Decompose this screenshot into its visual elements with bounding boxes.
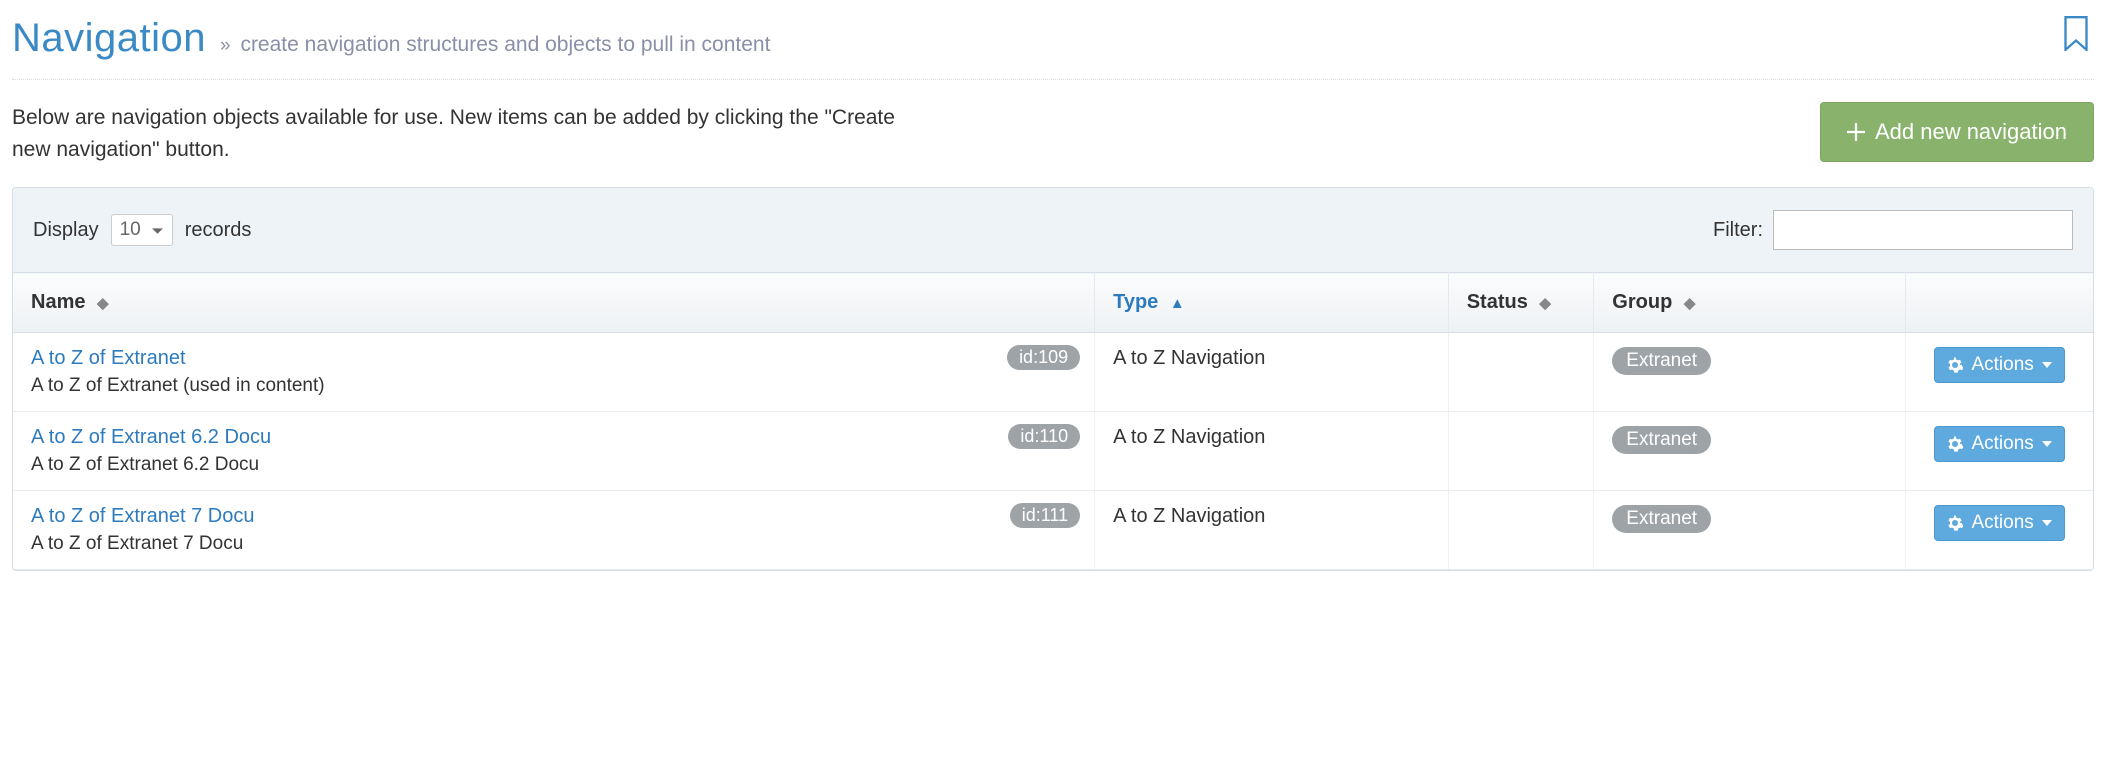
display-count-value: 10 — [120, 219, 141, 241]
row-name-link[interactable]: A to Z of Extranet — [31, 347, 186, 370]
sort-asc-icon: ▲ — [1170, 295, 1185, 312]
row-desc: A to Z of Extranet 7 Docu — [31, 533, 243, 554]
col-header-type[interactable]: Type ▲ — [1095, 273, 1449, 333]
col-header-status-label: Status — [1467, 291, 1528, 313]
actions-button[interactable]: Actions — [1934, 426, 2064, 462]
actions-label: Actions — [1971, 433, 2033, 455]
row-desc: A to Z of Extranet 6.2 Docu — [31, 454, 259, 475]
add-new-navigation-label: Add new navigation — [1875, 119, 2067, 145]
filter-input[interactable] — [1773, 210, 2073, 250]
cell-name: A to Z of Extranet 6.2 Docu A to Z of Ext… — [13, 412, 1095, 491]
gear-icon — [1947, 436, 1963, 452]
col-header-type-label: Type — [1113, 291, 1158, 313]
intro-row: Below are navigation objects available f… — [12, 80, 2094, 187]
col-header-group-label: Group — [1612, 291, 1672, 313]
cell-status — [1448, 333, 1594, 412]
table-row: A to Z of Extranet 7 Docu A to Z of Extra… — [13, 491, 2093, 570]
add-new-navigation-button[interactable]: Add new navigation — [1820, 102, 2094, 162]
id-badge: id:110 — [1008, 424, 1080, 449]
col-header-name[interactable]: Name ◆ — [13, 273, 1095, 333]
table-row: A to Z of Extranet 6.2 Docu A to Z of Ext… — [13, 412, 2093, 491]
table-toolbar: Display 10 records Filter: — [13, 188, 2093, 272]
bookmark-icon[interactable] — [2062, 16, 2090, 50]
plus-icon — [1847, 123, 1865, 141]
page-header: Navigation » create navigation structure… — [12, 12, 2094, 80]
actions-button[interactable]: Actions — [1934, 347, 2064, 383]
cell-status — [1448, 412, 1594, 491]
group-badge: Extranet — [1612, 347, 1711, 375]
cell-group: Extranet — [1594, 412, 1906, 491]
chevron-down-icon — [151, 224, 164, 237]
gear-icon — [1947, 515, 1963, 531]
col-header-status[interactable]: Status ◆ — [1448, 273, 1594, 333]
group-badge: Extranet — [1612, 426, 1711, 454]
caret-down-icon — [2042, 441, 2052, 447]
intro-text: Below are navigation objects available f… — [12, 102, 912, 165]
cell-group: Extranet — [1594, 333, 1906, 412]
group-badge: Extranet — [1612, 505, 1711, 533]
actions-button[interactable]: Actions — [1934, 505, 2064, 541]
cell-type: A to Z Navigation — [1095, 333, 1449, 412]
actions-label: Actions — [1971, 354, 2033, 376]
chevron-right-icon: » — [220, 35, 231, 56]
col-header-name-label: Name — [31, 291, 85, 313]
records-label: records — [185, 219, 252, 242]
row-name-link[interactable]: A to Z of Extranet 6.2 Docu — [31, 426, 271, 449]
page-subtitle: » create navigation structures and objec… — [220, 33, 770, 57]
page-title: Navigation — [12, 16, 206, 61]
page-subtitle-text: create navigation structures and objects… — [240, 33, 770, 56]
cell-actions: Actions — [1906, 333, 2093, 412]
display-count-select[interactable]: 10 — [111, 214, 173, 246]
col-header-group[interactable]: Group ◆ — [1594, 273, 1906, 333]
cell-actions: Actions — [1906, 491, 2093, 570]
cell-actions: Actions — [1906, 412, 2093, 491]
display-label: Display — [33, 219, 99, 242]
caret-down-icon — [2042, 520, 2052, 526]
table-panel: Display 10 records Filter: Name ◆ Type — [12, 187, 2094, 571]
id-badge: id:109 — [1007, 345, 1080, 370]
filter-group: Filter: — [1713, 210, 2073, 250]
caret-down-icon — [2042, 362, 2052, 368]
id-badge: id:111 — [1010, 503, 1080, 528]
navigation-table: Name ◆ Type ▲ Status ◆ Group ◆ A to Z of… — [13, 272, 2093, 570]
filter-label: Filter: — [1713, 219, 1763, 242]
gear-icon — [1947, 357, 1963, 373]
row-desc: A to Z of Extranet (used in content) — [31, 375, 325, 396]
col-header-actions — [1906, 273, 2093, 333]
cell-type: A to Z Navigation — [1095, 412, 1449, 491]
table-row: A to Z of Extranet A to Z of Extranet (us… — [13, 333, 2093, 412]
cell-name: A to Z of Extranet A to Z of Extranet (us… — [13, 333, 1095, 412]
sort-icon: ◆ — [1539, 294, 1551, 312]
cell-type: A to Z Navigation — [1095, 491, 1449, 570]
row-name-link[interactable]: A to Z of Extranet 7 Docu — [31, 505, 254, 528]
sort-icon: ◆ — [1684, 294, 1696, 312]
cell-group: Extranet — [1594, 491, 1906, 570]
actions-label: Actions — [1971, 512, 2033, 534]
cell-name: A to Z of Extranet 7 Docu A to Z of Extra… — [13, 491, 1095, 570]
cell-status — [1448, 491, 1594, 570]
display-records-group: Display 10 records — [33, 214, 251, 246]
sort-icon: ◆ — [97, 294, 109, 312]
table-header-row: Name ◆ Type ▲ Status ◆ Group ◆ — [13, 273, 2093, 333]
